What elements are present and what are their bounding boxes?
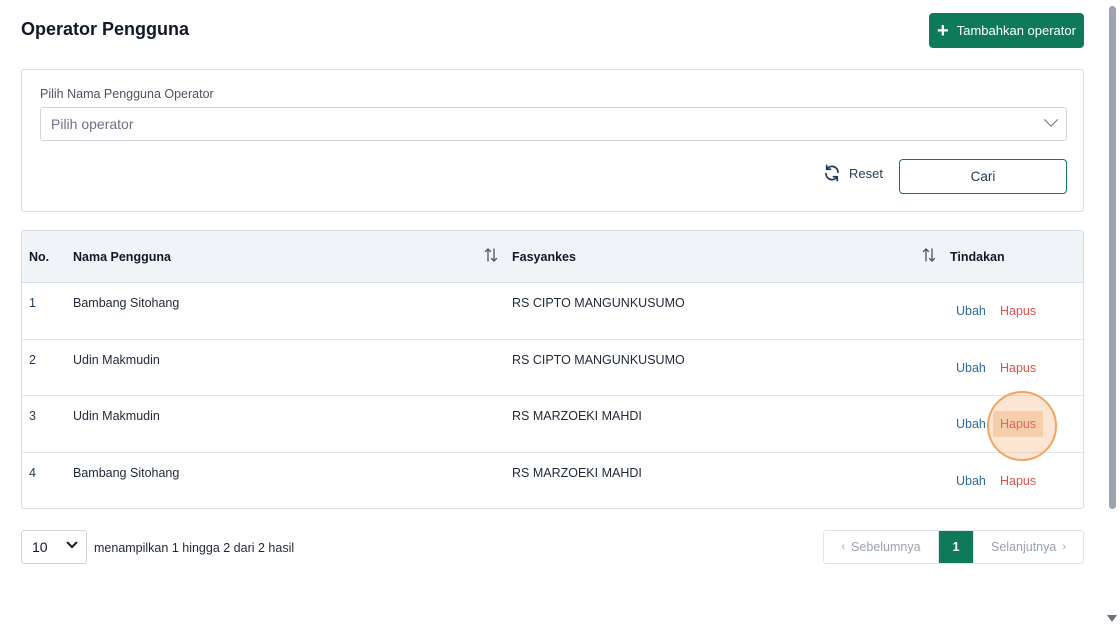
filter-card: Pilih Nama Pengguna Operator Pilih opera… xyxy=(21,69,1084,212)
row-no: 1 xyxy=(29,296,36,310)
delete-link[interactable]: Hapus xyxy=(1000,304,1036,318)
next-page-label: Selanjutnya xyxy=(991,540,1057,554)
row-no: 2 xyxy=(29,352,36,367)
per-page-select[interactable]: 10 xyxy=(21,530,87,564)
row-facility: RS MARZOEKI MAHDI xyxy=(512,465,642,480)
edit-link[interactable]: Ubah xyxy=(956,417,986,431)
operator-select-placeholder: Pilih operator xyxy=(51,116,134,132)
reset-label: Reset xyxy=(849,165,883,181)
table-header: No. Nama Pengguna Fasyankes Tindakan xyxy=(22,231,1083,283)
header-actions: Tindakan xyxy=(950,250,1005,264)
table-row: 3 Udin Makmudin RS MARZOEKI MAHDI Ubah H… xyxy=(22,396,1083,453)
next-page-button[interactable]: Selanjutnya › xyxy=(973,531,1083,563)
table-row: 1 Bambang Sitohang RS CIPTO MANGUNKUSUMO… xyxy=(22,283,1083,340)
results-summary: menampilkan 1 hingga 2 dari 2 hasil xyxy=(94,541,295,555)
row-name: Bambang Sitohang xyxy=(73,296,180,310)
reset-button[interactable]: Reset xyxy=(823,162,883,184)
header-facility: Fasyankes xyxy=(512,250,576,264)
table-row: 4 Bambang Sitohang RS MARZOEKI MAHDI Uba… xyxy=(22,453,1083,509)
table-row: 2 Udin Makmudin RS CIPTO MANGUNKUSUMO Ub… xyxy=(22,340,1083,396)
page-title: Operator Pengguna xyxy=(21,19,190,39)
row-facility: RS CIPTO MANGUNKUSUMO xyxy=(512,296,685,310)
chevron-down-icon xyxy=(66,537,78,549)
refresh-icon xyxy=(825,164,839,182)
delete-link[interactable]: Hapus xyxy=(1000,361,1036,375)
add-operator-button[interactable]: + Tambahkan operator xyxy=(929,13,1084,48)
edit-link[interactable]: Ubah xyxy=(956,361,986,375)
row-facility: RS MARZOEKI MAHDI xyxy=(512,409,642,423)
edit-link[interactable]: Ubah xyxy=(956,304,986,318)
chevron-down-icon xyxy=(1043,112,1059,127)
per-page-value: 10 xyxy=(32,539,48,555)
edit-link[interactable]: Ubah xyxy=(956,474,986,488)
scroll-down-arrow-icon[interactable] xyxy=(1107,615,1117,622)
row-name: Udin Makmudin xyxy=(73,409,160,423)
page-button-current[interactable]: 1 xyxy=(939,531,973,563)
operator-select-label: Pilih Nama Pengguna Operator xyxy=(40,87,214,101)
chevron-right-icon: › xyxy=(1062,541,1066,553)
row-facility: RS CIPTO MANGUNKUSUMO xyxy=(512,352,685,367)
prev-page-label: Sebelumnya xyxy=(851,540,921,554)
header-no: No. xyxy=(29,250,50,264)
operator-select[interactable]: Pilih operator xyxy=(40,107,1067,141)
sort-facility-icon[interactable] xyxy=(922,247,936,263)
row-name: Bambang Sitohang xyxy=(73,465,180,480)
scrollbar[interactable] xyxy=(1104,0,1120,626)
operator-page: Operator Pengguna + Tambahkan operator P… xyxy=(0,0,1104,626)
chevron-left-icon: ‹ xyxy=(841,541,846,553)
add-operator-label: Tambahkan operator xyxy=(956,23,1076,38)
delete-link[interactable]: Hapus xyxy=(1000,474,1036,488)
delete-link-hovered[interactable]: Hapus xyxy=(993,411,1044,437)
pagination: ‹ Sebelumnya 1 Selanjutnya › xyxy=(823,530,1084,564)
row-name: Udin Makmudin xyxy=(73,352,160,367)
operator-table: No. Nama Pengguna Fasyankes Tindakan 1 B… xyxy=(21,230,1084,509)
header-name: Nama Pengguna xyxy=(73,250,171,264)
prev-page-button[interactable]: ‹ Sebelumnya xyxy=(824,531,939,563)
plus-icon: + xyxy=(937,19,949,42)
row-no: 4 xyxy=(29,465,36,480)
scrollbar-thumb[interactable] xyxy=(1109,6,1116,509)
row-no: 3 xyxy=(29,409,36,423)
search-button[interactable]: Cari xyxy=(899,159,1067,194)
sort-name-icon[interactable] xyxy=(484,247,498,263)
